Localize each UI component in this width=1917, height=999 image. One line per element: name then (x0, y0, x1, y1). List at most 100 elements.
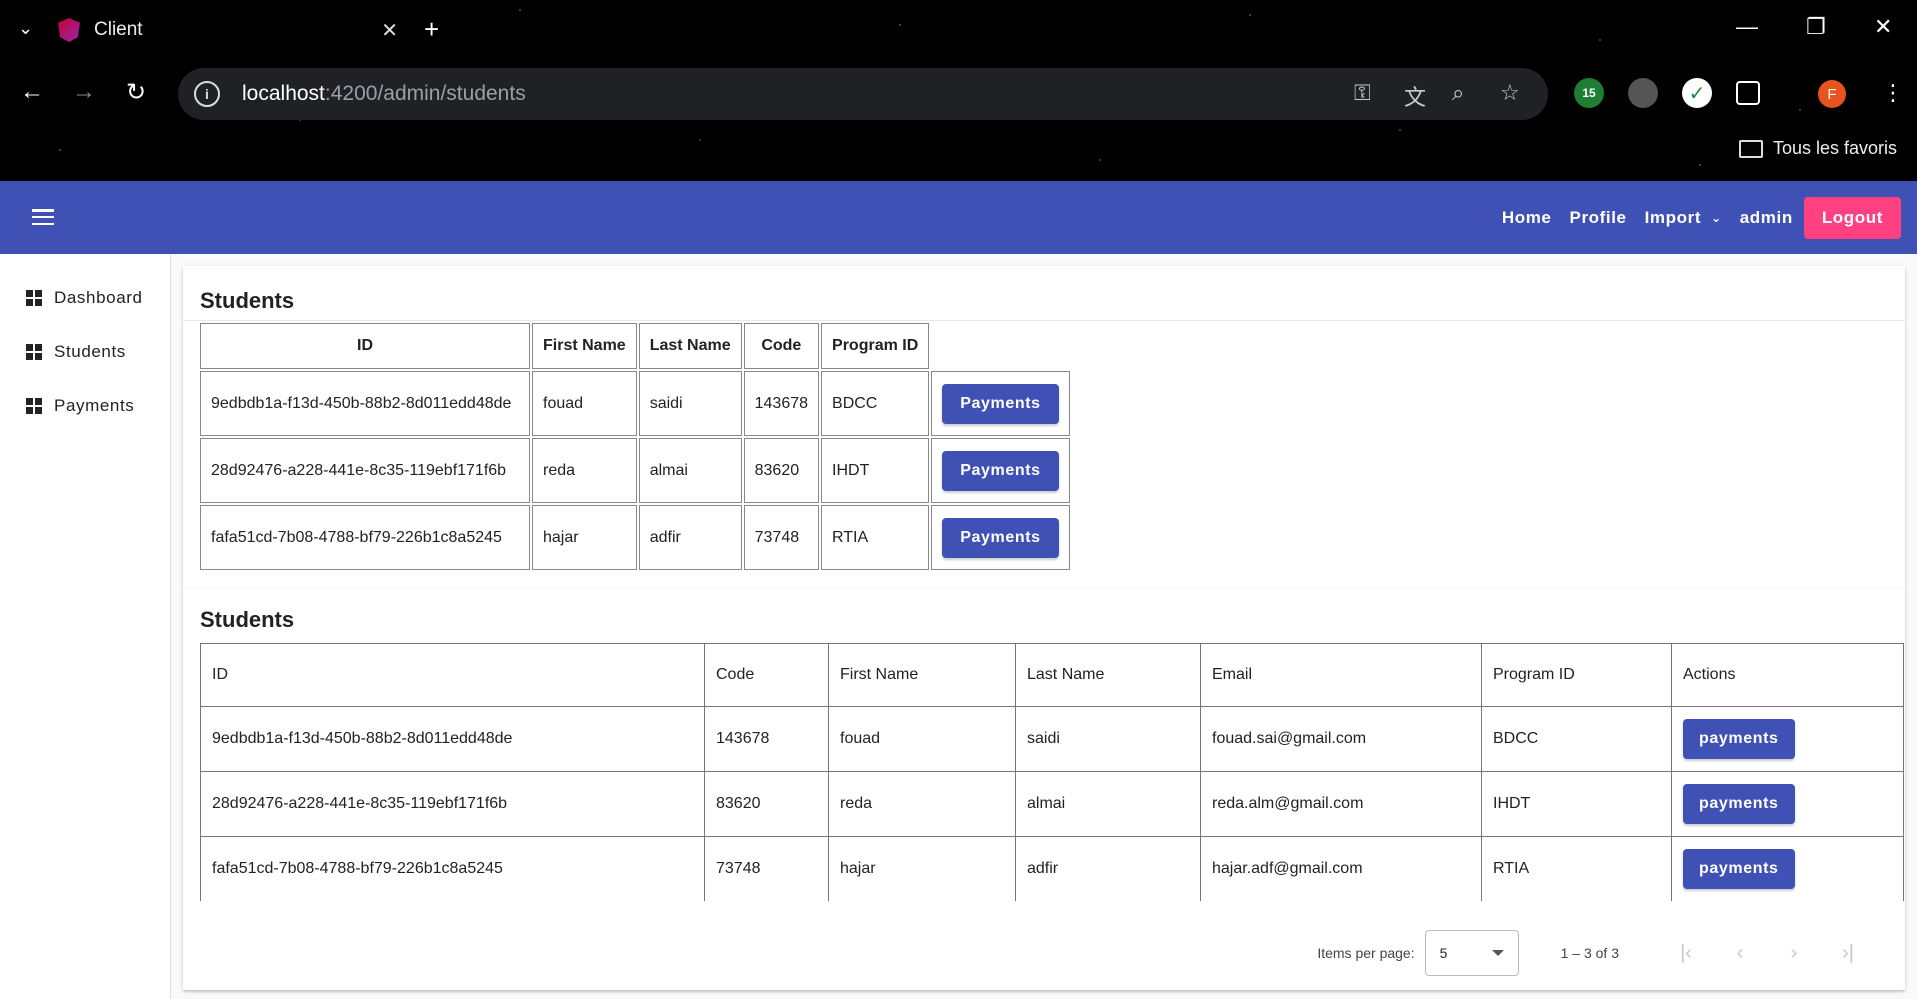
cell-id: fafa51cd-7b08-4788-bf79-226b1c8a5245 (200, 836, 705, 901)
students-card-material: Students ID Code First Name Last Name Em… (183, 589, 1905, 990)
sidebar: Dashboard Students Payments (0, 254, 171, 999)
dashboard-icon (26, 398, 42, 414)
all-bookmarks[interactable]: Tous les favoris (1738, 138, 1897, 159)
cell-first-name: fouad (532, 371, 637, 436)
cell-id: 9edbdb1a-f13d-450b-88b2-8d011edd48de (200, 706, 705, 772)
cell-program-id: RTIA (821, 505, 930, 570)
sidebar-item-students[interactable]: Students (0, 325, 170, 379)
back-icon[interactable]: ← (20, 78, 44, 106)
students-table-material: ID Code First Name Last Name Email Progr… (200, 643, 1904, 901)
cell-id: fafa51cd-7b08-4788-bf79-226b1c8a5245 (200, 505, 530, 570)
extension-shield-icon[interactable]: 15 (1574, 78, 1604, 108)
column-header: Actions (1671, 643, 1904, 707)
dashboard-icon (26, 290, 42, 306)
items-per-page-select[interactable]: 5 (1424, 930, 1519, 976)
sidebar-item-dashboard[interactable]: Dashboard (0, 271, 170, 325)
chevron-down-icon: ⌄ (1711, 211, 1722, 225)
restore-icon[interactable]: ❐ (1806, 14, 1826, 40)
nav-home-button[interactable]: Home (1493, 197, 1561, 239)
cell-action: Payments (931, 438, 1070, 503)
cell-first-name: fouad (828, 706, 1016, 772)
app-toolbar: Home Profile Import ⌄ admin Logout (0, 181, 1917, 254)
cell-program-id: BDCC (821, 371, 930, 436)
password-key-icon[interactable]: ⚿ (1354, 80, 1371, 106)
table-header-row: ID First Name Last Name Code Program ID (200, 323, 1070, 369)
cell-code: 83620 (704, 771, 829, 837)
nav-import-button[interactable]: Import ⌄ (1636, 197, 1731, 239)
profile-avatar[interactable]: F (1818, 80, 1846, 108)
cell-action: Payments (931, 505, 1070, 570)
students-table-scroll[interactable]: ID Code First Name Last Name Email Progr… (200, 643, 1904, 901)
dashboard-icon (26, 344, 42, 360)
reload-icon[interactable]: ↻ (126, 78, 146, 107)
card-title: Students (200, 607, 295, 632)
cell-program-id: RTIA (1481, 836, 1672, 901)
cell-first-name: reda (532, 438, 637, 503)
cell-first-name: hajar (828, 836, 1016, 901)
browser-menu-icon[interactable]: ⋮ (1882, 80, 1904, 106)
column-header: Program ID (1481, 643, 1672, 707)
column-header: Program ID (821, 323, 930, 369)
extension-camera-icon[interactable] (1628, 78, 1658, 108)
tab-search-chevron-icon[interactable]: ⌄ (18, 18, 33, 39)
column-header: Email (1200, 643, 1482, 707)
table-row: 9edbdb1a-f13d-450b-88b2-8d011edd48de 143… (200, 706, 1904, 772)
column-header: First Name (532, 323, 637, 369)
cell-last-name: adfir (1015, 836, 1201, 901)
url-text[interactable]: localhost:4200/admin/students (242, 82, 526, 106)
sidebar-item-payments[interactable]: Payments (0, 379, 170, 433)
payments-button[interactable]: payments (1683, 849, 1795, 889)
zoom-icon[interactable]: ⌕ (1452, 80, 1464, 106)
column-header: First Name (828, 643, 1016, 707)
last-page-icon[interactable]: ›| (1821, 942, 1875, 965)
bookmark-star-icon[interactable]: ☆ (1500, 80, 1520, 106)
table-header-row: ID Code First Name Last Name Email Progr… (200, 643, 1904, 707)
site-info-icon[interactable]: i (194, 81, 220, 107)
toolbar-nav: Home Profile Import ⌄ admin Logout (1493, 197, 1901, 239)
translate-icon[interactable]: 文 (1404, 80, 1426, 112)
paginator: Items per page: 5 1 – 3 of 3 |‹ ‹ › ›| (1317, 930, 1875, 976)
new-tab-icon[interactable]: + (424, 14, 439, 45)
tab-close-icon[interactable]: ✕ (381, 18, 398, 43)
students-card-basic: Students ID First Name Last Name Code Pr… (183, 266, 1905, 590)
cell-first-name: reda (828, 771, 1016, 837)
cell-program-id: IHDT (1481, 771, 1672, 837)
browser-tab[interactable]: Client ✕ (58, 10, 398, 50)
cell-code: 73748 (704, 836, 829, 901)
menu-toggle-icon[interactable] (32, 209, 54, 225)
nav-profile-button[interactable]: Profile (1561, 197, 1636, 239)
table-row: fafa51cd-7b08-4788-bf79-226b1c8a5245 haj… (200, 505, 1070, 570)
payments-button[interactable]: Payments (942, 517, 1059, 558)
previous-page-icon[interactable]: ‹ (1713, 942, 1767, 965)
payments-button[interactable]: payments (1683, 784, 1795, 824)
next-page-icon[interactable]: › (1767, 942, 1821, 965)
extensions-puzzle-icon[interactable] (1736, 81, 1760, 105)
minimize-icon[interactable]: — (1736, 14, 1758, 40)
cell-first-name: hajar (532, 505, 637, 570)
extension-check-icon[interactable]: ✓ (1682, 78, 1712, 108)
page-range-label: 1 – 3 of 3 (1560, 945, 1619, 961)
window-close-icon[interactable]: ✕ (1874, 14, 1892, 40)
payments-button[interactable]: payments (1683, 719, 1795, 759)
forward-icon[interactable]: → (72, 78, 96, 106)
address-bar[interactable]: i localhost:4200/admin/students (178, 68, 1548, 120)
cell-id: 9edbdb1a-f13d-450b-88b2-8d011edd48de (200, 371, 530, 436)
cell-last-name: saidi (638, 371, 742, 436)
cell-action: Payments (931, 371, 1070, 436)
payments-button[interactable]: Payments (942, 450, 1059, 491)
first-page-icon[interactable]: |‹ (1659, 942, 1713, 965)
cell-email: fouad.sai@gmail.com (1200, 706, 1482, 772)
cell-code: 73748 (743, 505, 820, 570)
nav-user-button[interactable]: admin (1731, 197, 1802, 239)
cell-code: 143678 (743, 371, 820, 436)
cell-last-name: almai (1015, 771, 1201, 837)
logout-button[interactable]: Logout (1803, 197, 1901, 239)
cell-email: reda.alm@gmail.com (1200, 771, 1482, 837)
folder-icon (1738, 139, 1763, 158)
cell-code: 143678 (704, 706, 829, 772)
payments-button[interactable]: Payments (942, 383, 1059, 424)
cell-id: 28d92476-a228-441e-8c35-119ebf171f6b (200, 771, 705, 837)
table-row: 9edbdb1a-f13d-450b-88b2-8d011edd48de fou… (200, 371, 1070, 436)
browser-chrome: ⌄ Client ✕ + — ❐ ✕ ← → ↻ i localhost:420… (0, 0, 1917, 181)
cell-program-id: IHDT (821, 438, 930, 503)
